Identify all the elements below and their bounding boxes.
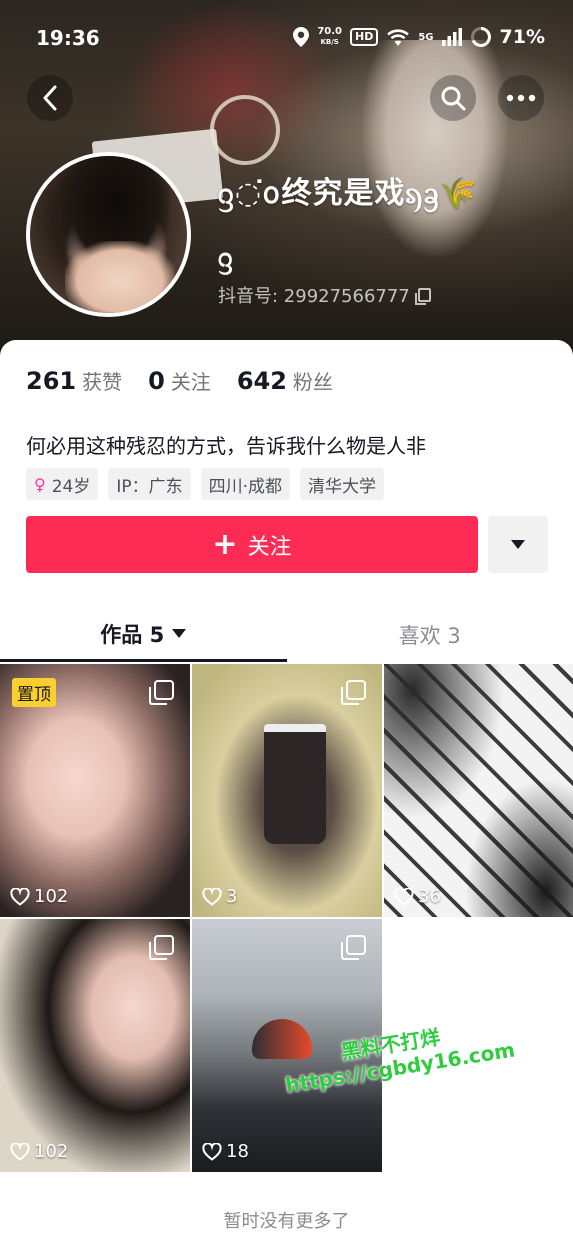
net-speed: 70.0 KB/S	[317, 27, 342, 47]
video-likes-count: 3	[226, 886, 238, 907]
caret-down-icon	[511, 540, 525, 549]
location-icon	[293, 27, 310, 47]
more-dots-icon	[506, 94, 536, 102]
cover-image-wheel	[210, 95, 280, 165]
status-bar: 19:36 70.0 KB/S HD 5G 71%	[0, 22, 573, 56]
multi-image-icon	[341, 935, 366, 960]
likes-stat[interactable]: 261 获赞	[26, 366, 122, 395]
profile-tags: ♀ 24岁 IP：广东 四川·成都 清华大学	[26, 468, 385, 500]
follow-button-label: 关注	[247, 534, 292, 560]
heart-icon	[10, 1142, 30, 1161]
follow-button[interactable]: + 关注	[26, 516, 478, 573]
video-tile[interactable]: 36	[384, 664, 573, 917]
multi-image-icon	[149, 680, 174, 705]
tag-location: 四川·成都	[200, 468, 291, 500]
video-likes: 18	[202, 1141, 249, 1162]
tile-image-overlay	[384, 664, 573, 917]
likes-count: 261	[26, 367, 77, 395]
cover-image-person	[360, 40, 510, 260]
net-speed-value: 70.0	[317, 26, 342, 37]
tab-works-label: 作品 5	[100, 622, 165, 647]
followers-label: 粉丝	[292, 370, 333, 394]
tag-ip: IP：广东	[108, 468, 191, 500]
tag-age-text: 24岁	[51, 476, 91, 497]
status-time: 19:36	[36, 26, 100, 50]
following-count: 0	[148, 367, 165, 395]
profile-nickname-line2: ᦋ	[218, 240, 233, 273]
profile-nickname: ᦋ◌͘ᩅ终究是戏ᦣᦃ🌾	[218, 176, 478, 211]
likes-label: 获赞	[82, 370, 123, 394]
followers-count: 642	[236, 367, 287, 395]
pinned-badge: 置顶	[12, 678, 56, 707]
tab-works[interactable]: 作品 5	[0, 608, 287, 662]
search-icon	[441, 86, 466, 111]
multi-image-icon	[149, 935, 174, 960]
profile-bio: 何必用这种残忍的方式，告诉我什么物是人非	[26, 434, 426, 458]
hd-badge: HD	[350, 28, 379, 46]
heart-icon	[394, 887, 414, 906]
content-tabs: 作品 5 喜欢 3	[0, 608, 573, 662]
plus-icon: +	[212, 526, 238, 562]
battery-level: 71%	[499, 26, 545, 48]
signal-bars-icon	[441, 28, 462, 46]
profile-stats: 261 获赞 0 关注 642 粉丝	[26, 366, 333, 395]
tag-age: ♀ 24岁	[26, 468, 99, 500]
female-icon: ♀	[34, 474, 46, 494]
copy-icon[interactable]	[414, 288, 431, 305]
tab-likes-label: 喜欢 3	[398, 624, 461, 648]
video-likes: 102	[10, 1141, 68, 1162]
no-more-text: 暂时没有更多了	[223, 1211, 350, 1232]
caret-down-icon	[172, 629, 187, 638]
video-likes-count: 102	[34, 1141, 69, 1162]
heart-icon	[10, 887, 30, 906]
following-stat[interactable]: 0 关注	[148, 366, 211, 395]
video-likes-count: 18	[226, 1141, 249, 1162]
wifi-icon	[387, 29, 410, 46]
tag-school-text: 清华大学	[308, 476, 377, 497]
back-button[interactable]	[27, 75, 73, 121]
video-tile[interactable]: 3	[192, 664, 382, 917]
multi-image-icon	[341, 680, 366, 705]
status-icons: 70.0 KB/S HD 5G 71%	[293, 26, 545, 48]
avatar-image-skin	[65, 241, 175, 313]
video-tile[interactable]: 102	[0, 919, 190, 1172]
battery-ring-icon	[470, 27, 491, 47]
tag-school[interactable]: 清华大学	[300, 468, 385, 500]
avatar[interactable]	[26, 152, 191, 317]
signal-5g-label: 5G	[418, 31, 434, 43]
tab-likes[interactable]: 喜欢 3	[287, 608, 573, 662]
douyin-id[interactable]: 抖音号: 29927566777	[218, 282, 431, 308]
video-tile[interactable]: 置顶 102	[0, 664, 190, 917]
chevron-left-icon	[43, 85, 57, 111]
tag-ip-text: IP：广东	[116, 476, 183, 497]
tag-location-text: 四川·成都	[208, 476, 283, 497]
video-likes-count: 36	[418, 886, 441, 907]
net-speed-unit: KB/S	[320, 38, 339, 46]
douyin-id-text: 抖音号: 29927566777	[218, 286, 410, 307]
video-likes: 36	[394, 886, 441, 907]
followers-stat[interactable]: 642 粉丝	[237, 366, 333, 395]
video-likes: 102	[10, 886, 68, 907]
recommend-dropdown-button[interactable]	[488, 516, 548, 573]
heart-icon	[202, 887, 222, 906]
profile-card: 261 获赞 0 关注 642 粉丝 何必用这种残忍的方式，告诉我什么物是人非 …	[0, 340, 573, 1249]
search-button[interactable]	[430, 75, 476, 121]
video-likes-count: 102	[34, 886, 69, 907]
tile-image-cup	[264, 724, 326, 844]
more-options-button[interactable]	[498, 75, 544, 121]
video-likes: 3	[202, 886, 237, 907]
following-label: 关注	[170, 370, 211, 394]
heart-icon	[202, 1142, 222, 1161]
